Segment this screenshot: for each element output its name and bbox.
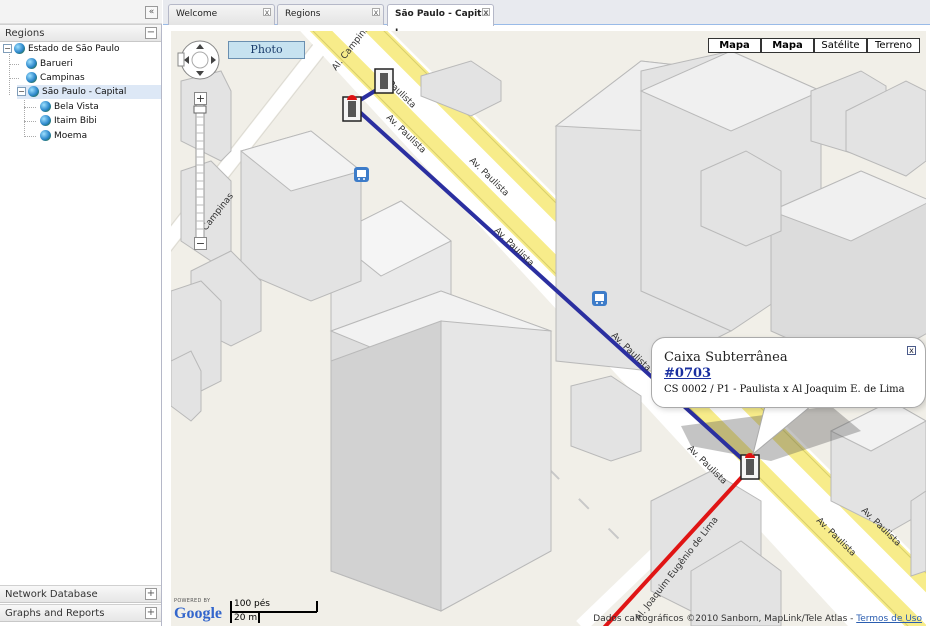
box-id-link[interactable]: #0703: [664, 366, 711, 381]
tree-node-label: Barueri: [40, 59, 73, 69]
hand-icon: [191, 51, 209, 69]
globe-icon: [40, 101, 51, 112]
tree-connector: [9, 52, 10, 95]
tab-bar: Welcome x Regions x São Paulo - Capital …: [163, 0, 930, 38]
info-window-description: CS 0002 / P1 - Paulista x Al Joaquim E. …: [664, 384, 905, 395]
tree-node-label: Estado de São Paulo: [28, 44, 120, 54]
google-logo[interactable]: Google: [174, 605, 222, 623]
left-panel-toolbar: «: [0, 0, 162, 24]
zoom-slider[interactable]: [193, 100, 207, 242]
underground-box-marker-icon[interactable]: [342, 95, 362, 122]
tree-node-label: São Paulo - Capital: [42, 87, 127, 97]
regions-collapse-button[interactable]: −: [145, 27, 157, 39]
close-icon[interactable]: x: [263, 8, 271, 17]
tree-node-bela-vista[interactable]: Bela Vista: [40, 100, 99, 114]
map-type-mapa-button[interactable]: Mapa: [761, 38, 814, 53]
tree-collapse-toggle[interactable]: −: [3, 44, 12, 53]
tab-regions[interactable]: Regions x: [277, 4, 384, 25]
pan-control[interactable]: [180, 40, 220, 80]
bus-stop-icon[interactable]: [354, 167, 369, 182]
scale-label-meters: 20 m: [234, 613, 258, 623]
zoom-handle[interactable]: [193, 105, 207, 114]
terms-of-use-link[interactable]: Termos de Uso: [856, 614, 922, 624]
map-type-satelite-button[interactable]: Satélite: [814, 38, 867, 53]
globe-icon: [40, 130, 51, 141]
tree-node-barueri[interactable]: Barueri: [26, 57, 73, 71]
zoom-out-button[interactable]: −: [194, 237, 207, 250]
tree-node-moema[interactable]: Moema: [40, 129, 87, 143]
tab-sao-paulo-capital[interactable]: São Paulo - Capital I x: [387, 4, 494, 38]
tree-node-campinas[interactable]: Campinas: [26, 71, 85, 85]
pan-left-tab[interactable]: [177, 52, 185, 67]
globe-icon: [26, 72, 37, 83]
tree-connector: [24, 136, 36, 137]
map-type-mapa-button[interactable]: Mapa: [708, 38, 761, 53]
map-type-terreno-button[interactable]: Terreno: [867, 38, 920, 53]
map-attribution: Dados cartográficos ©2010 Sanborn, MapLi…: [593, 614, 922, 624]
tree-node-estado-sao-paulo[interactable]: − Estado de São Paulo: [3, 42, 119, 56]
tree-node-label: Bela Vista: [54, 102, 99, 112]
tab-welcome[interactable]: Welcome x: [168, 4, 275, 25]
google-branding[interactable]: POWERED BY Google: [174, 598, 226, 624]
tree-connector: [9, 78, 19, 79]
scale-label-feet: 100 pés: [234, 599, 270, 609]
powered-by-label: POWERED BY: [174, 598, 211, 604]
tree-connector: [24, 97, 25, 137]
info-window: Caixa Subterrânea #0703 CS 0002 / P1 - P…: [651, 337, 926, 408]
network-database-expand-button[interactable]: +: [145, 588, 157, 600]
scale-bar: 100 pés 20 m: [229, 599, 329, 624]
close-icon[interactable]: x: [482, 8, 490, 17]
globe-icon: [28, 86, 39, 97]
tree-collapse-toggle[interactable]: −: [17, 87, 26, 96]
attribution-text: Dados cartográficos ©2010 Sanborn, MapLi…: [593, 614, 857, 624]
collapse-panel-button[interactable]: «: [145, 6, 158, 19]
graphs-reports-header[interactable]: Graphs and Reports +: [0, 604, 161, 622]
network-database-title: Network Database: [5, 589, 98, 600]
app-window: « Regions − − Estado de São Paulo Barueri…: [0, 0, 930, 626]
info-window-title: Caixa Subterrânea: [664, 350, 788, 365]
graphs-reports-expand-button[interactable]: +: [145, 607, 157, 619]
photo-button[interactable]: Photo: [228, 41, 305, 59]
graphs-reports-title: Graphs and Reports: [5, 608, 105, 619]
tree-node-sao-paulo-capital[interactable]: − São Paulo - Capital: [17, 85, 161, 99]
underground-box-marker-icon[interactable]: [374, 68, 394, 94]
tree-node-label: Itaim Bibi: [54, 116, 97, 126]
zoom-in-button[interactable]: +: [194, 92, 207, 105]
close-icon[interactable]: x: [907, 346, 916, 355]
tab-label: Regions: [285, 9, 321, 19]
globe-icon: [40, 115, 51, 126]
network-database-header[interactable]: Network Database +: [0, 585, 161, 603]
regions-title: Regions: [5, 28, 45, 39]
tree-node-itaim-bibi[interactable]: Itaim Bibi: [40, 114, 97, 128]
map-canvas[interactable]: Av. Paulista Av. Paulista Av. Paulista A…: [171, 31, 926, 626]
tree-connector: [24, 121, 36, 122]
tree-node-label: Moema: [54, 131, 88, 141]
tree-node-label: Campinas: [40, 73, 85, 83]
map-view[interactable]: Av. Paulista Av. Paulista Av. Paulista A…: [171, 31, 926, 626]
tree-connector: [24, 107, 36, 108]
regions-tree: − Estado de São Paulo Barueri Campinas − S…: [0, 42, 161, 585]
bus-stop-icon[interactable]: [592, 291, 607, 306]
regions-header[interactable]: Regions −: [0, 24, 161, 42]
left-panel: « Regions − − Estado de São Paulo Barueri…: [0, 0, 162, 626]
globe-icon: [26, 58, 37, 69]
close-icon[interactable]: x: [372, 8, 380, 17]
tab-label: Welcome: [176, 9, 218, 19]
tree-connector: [9, 64, 19, 65]
globe-icon: [14, 43, 25, 54]
underground-box-marker-icon[interactable]: [740, 453, 760, 480]
